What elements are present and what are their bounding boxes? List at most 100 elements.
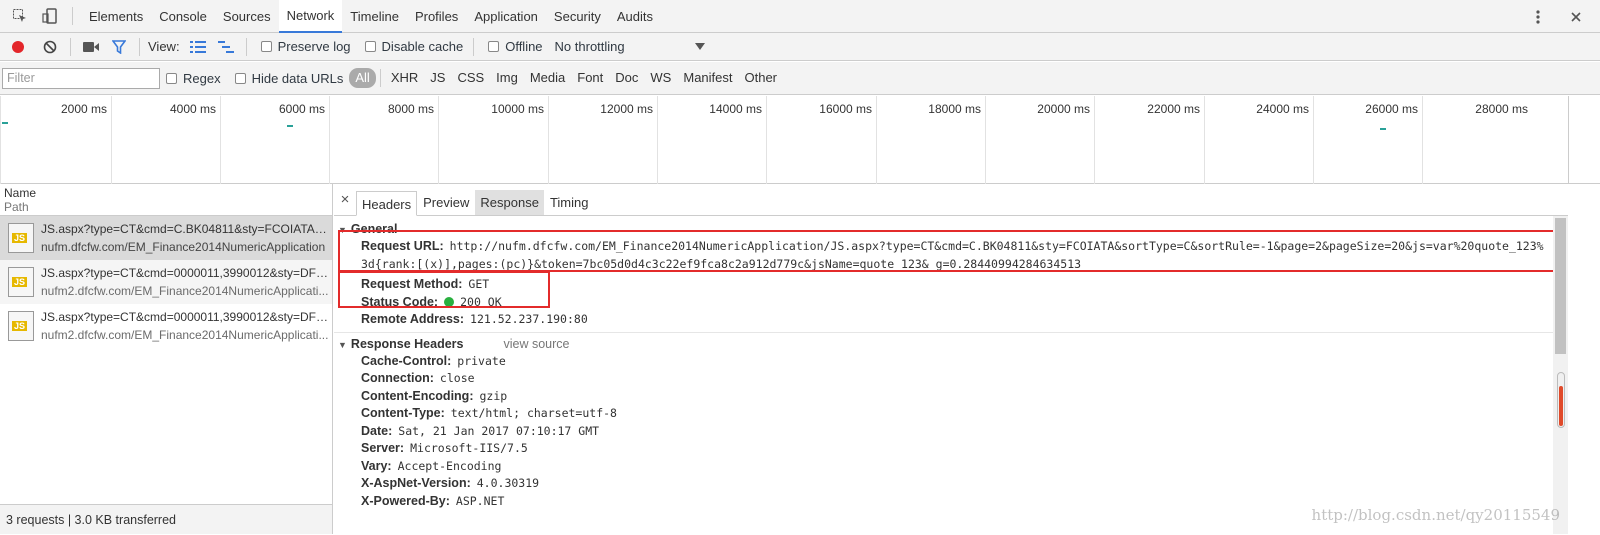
header-key: Connection:: [361, 371, 434, 385]
inspect-element-icon[interactable]: [10, 6, 30, 26]
filter-type-doc[interactable]: Doc: [609, 68, 644, 88]
overview-tick: 20000 ms: [985, 96, 1094, 184]
response-header-row: Date:Sat, 21 Jan 2017 07:10:17 GMT: [334, 423, 1554, 441]
js-file-icon: JS: [8, 267, 34, 297]
file-badge: JS: [12, 233, 27, 243]
tab-profiles[interactable]: Profiles: [407, 0, 466, 33]
response-headers-section-header[interactable]: ▼Response Headersview source: [334, 335, 1554, 353]
filter-type-ws[interactable]: WS: [644, 68, 677, 88]
hide-data-urls-label: Hide data URLs: [252, 71, 344, 86]
header-value: text/html; charset=utf-8: [451, 406, 617, 420]
close-devtools-icon[interactable]: [1566, 7, 1586, 27]
tab-console[interactable]: Console: [151, 0, 215, 33]
thermometer-fill: [1559, 386, 1563, 426]
tick-label: 12000 ms: [600, 102, 653, 116]
devtools-tabbar: Elements Console Sources Network Timelin…: [0, 0, 1600, 33]
overview-tick: 28000 ms: [1422, 96, 1532, 184]
tab-sources[interactable]: Sources: [215, 0, 279, 33]
header-value: Sat, 21 Jan 2017 07:10:17 GMT: [398, 424, 599, 438]
response-header-row: Server:Microsoft-IIS/7.5: [334, 440, 1554, 458]
tick-label: 14000 ms: [709, 102, 762, 116]
tab-timing[interactable]: Timing: [545, 190, 594, 215]
request-text: JS.aspx?type=CT&cmd=0000011,3990012&sty=…: [41, 264, 331, 300]
remote-address-value: 121.52.237.190:80: [470, 312, 588, 326]
watermark: http://blog.csdn.net/qy20115549: [1312, 506, 1560, 524]
filter-icon[interactable]: [109, 37, 129, 57]
close-detail-icon[interactable]: ×: [334, 185, 356, 215]
filter-type-media[interactable]: Media: [524, 68, 571, 88]
tick-label: 24000 ms: [1256, 102, 1309, 116]
file-badge: JS: [12, 321, 27, 331]
device-toolbar-icon[interactable]: [40, 6, 60, 26]
throttling-select[interactable]: No throttling: [555, 39, 705, 54]
thermometer-icon: [1557, 372, 1565, 428]
network-overview[interactable]: 2000 ms 4000 ms 6000 ms 8000 ms 10000 ms…: [0, 96, 1568, 184]
collapse-triangle-icon: ▼: [338, 336, 347, 354]
overview-tick: 12000 ms: [548, 96, 657, 184]
filter-type-js[interactable]: JS: [424, 68, 451, 88]
header-value: close: [440, 371, 475, 385]
hide-data-urls-checkbox[interactable]: [235, 73, 246, 84]
filter-type-img[interactable]: Img: [490, 68, 524, 88]
tick-label: 26000 ms: [1365, 102, 1418, 116]
view-source-link[interactable]: view source: [503, 337, 569, 351]
tab-application[interactable]: Application: [466, 0, 546, 33]
regex-checkbox[interactable]: [166, 73, 177, 84]
capture-screenshots-icon[interactable]: [81, 37, 101, 57]
tab-network[interactable]: Network: [279, 0, 343, 33]
record-icon[interactable]: [8, 37, 28, 57]
filter-type-xhr[interactable]: XHR: [385, 68, 424, 88]
outer-gutter: [1568, 184, 1600, 534]
view-label: View:: [148, 39, 180, 54]
request-path: nufm2.dfcfw.com/EM_Finance2014NumericApp…: [41, 282, 331, 300]
header-key: Content-Type:: [361, 406, 445, 420]
request-row[interactable]: JS JS.aspx?type=CT&cmd=0000011,3990012&s…: [0, 304, 332, 348]
overview-tick: 8000 ms: [329, 96, 438, 184]
request-row[interactable]: JS JS.aspx?type=CT&cmd=C.BK04811&sty=FCO…: [0, 216, 332, 260]
tabbar-right-controls: [1528, 0, 1600, 33]
filter-type-css[interactable]: CSS: [451, 68, 490, 88]
filter-type-manifest[interactable]: Manifest: [677, 68, 738, 88]
tab-preview[interactable]: Preview: [418, 190, 474, 215]
request-list-header[interactable]: Name Path: [0, 184, 332, 216]
clear-icon[interactable]: [40, 37, 60, 57]
disable-cache-checkbox[interactable]: [365, 41, 376, 52]
preserve-log-label: Preserve log: [278, 39, 351, 54]
response-headers-list: Cache-Control:private Connection:close C…: [334, 353, 1554, 511]
filter-type-other[interactable]: Other: [739, 68, 784, 88]
tick-label: 20000 ms: [1037, 102, 1090, 116]
response-header-row: X-AspNet-Version:4.0.30319: [334, 475, 1554, 493]
request-marker: [287, 125, 293, 127]
overview-tick: 16000 ms: [766, 96, 876, 184]
overview-tick: 4000 ms: [111, 96, 220, 184]
request-name: JS.aspx?type=CT&cmd=C.BK04811&sty=FCOIAT…: [41, 220, 331, 238]
tick-label: 18000 ms: [928, 102, 981, 116]
remote-address-row: Remote Address:121.52.237.190:80: [334, 311, 1554, 329]
detail-tab-bar: × Headers Preview Response Timing: [334, 184, 1600, 216]
tab-security[interactable]: Security: [546, 0, 609, 33]
header-key: Cache-Control:: [361, 354, 451, 368]
filter-input[interactable]: [2, 68, 160, 89]
tick-label: 2000 ms: [61, 102, 107, 116]
offline-checkbox[interactable]: [488, 41, 499, 52]
tab-elements[interactable]: Elements: [81, 0, 151, 33]
network-status-bar: 3 requests | 3.0 KB transferred: [0, 504, 332, 534]
tick-label: 10000 ms: [491, 102, 544, 116]
large-rows-icon[interactable]: [188, 37, 208, 57]
tab-response[interactable]: Response: [475, 190, 544, 215]
tab-audits[interactable]: Audits: [609, 0, 661, 33]
request-name: JS.aspx?type=CT&cmd=0000011,3990012&sty=…: [41, 308, 331, 326]
regex-label: Regex: [183, 71, 221, 86]
preserve-log-checkbox[interactable]: [261, 41, 272, 52]
filter-type-all[interactable]: All: [349, 68, 375, 88]
scrollbar-thumb[interactable]: [1555, 218, 1566, 354]
request-row[interactable]: JS JS.aspx?type=CT&cmd=0000011,3990012&s…: [0, 260, 332, 304]
filter-type-font[interactable]: Font: [571, 68, 609, 88]
more-options-icon[interactable]: [1528, 7, 1548, 27]
request-name: JS.aspx?type=CT&cmd=0000011,3990012&sty=…: [41, 264, 331, 282]
waterfall-icon[interactable]: [216, 37, 236, 57]
tab-headers[interactable]: Headers: [356, 191, 417, 216]
header-value: 4.0.30319: [477, 476, 539, 490]
overview-tick: 18000 ms: [876, 96, 985, 184]
tab-timeline[interactable]: Timeline: [342, 0, 407, 33]
